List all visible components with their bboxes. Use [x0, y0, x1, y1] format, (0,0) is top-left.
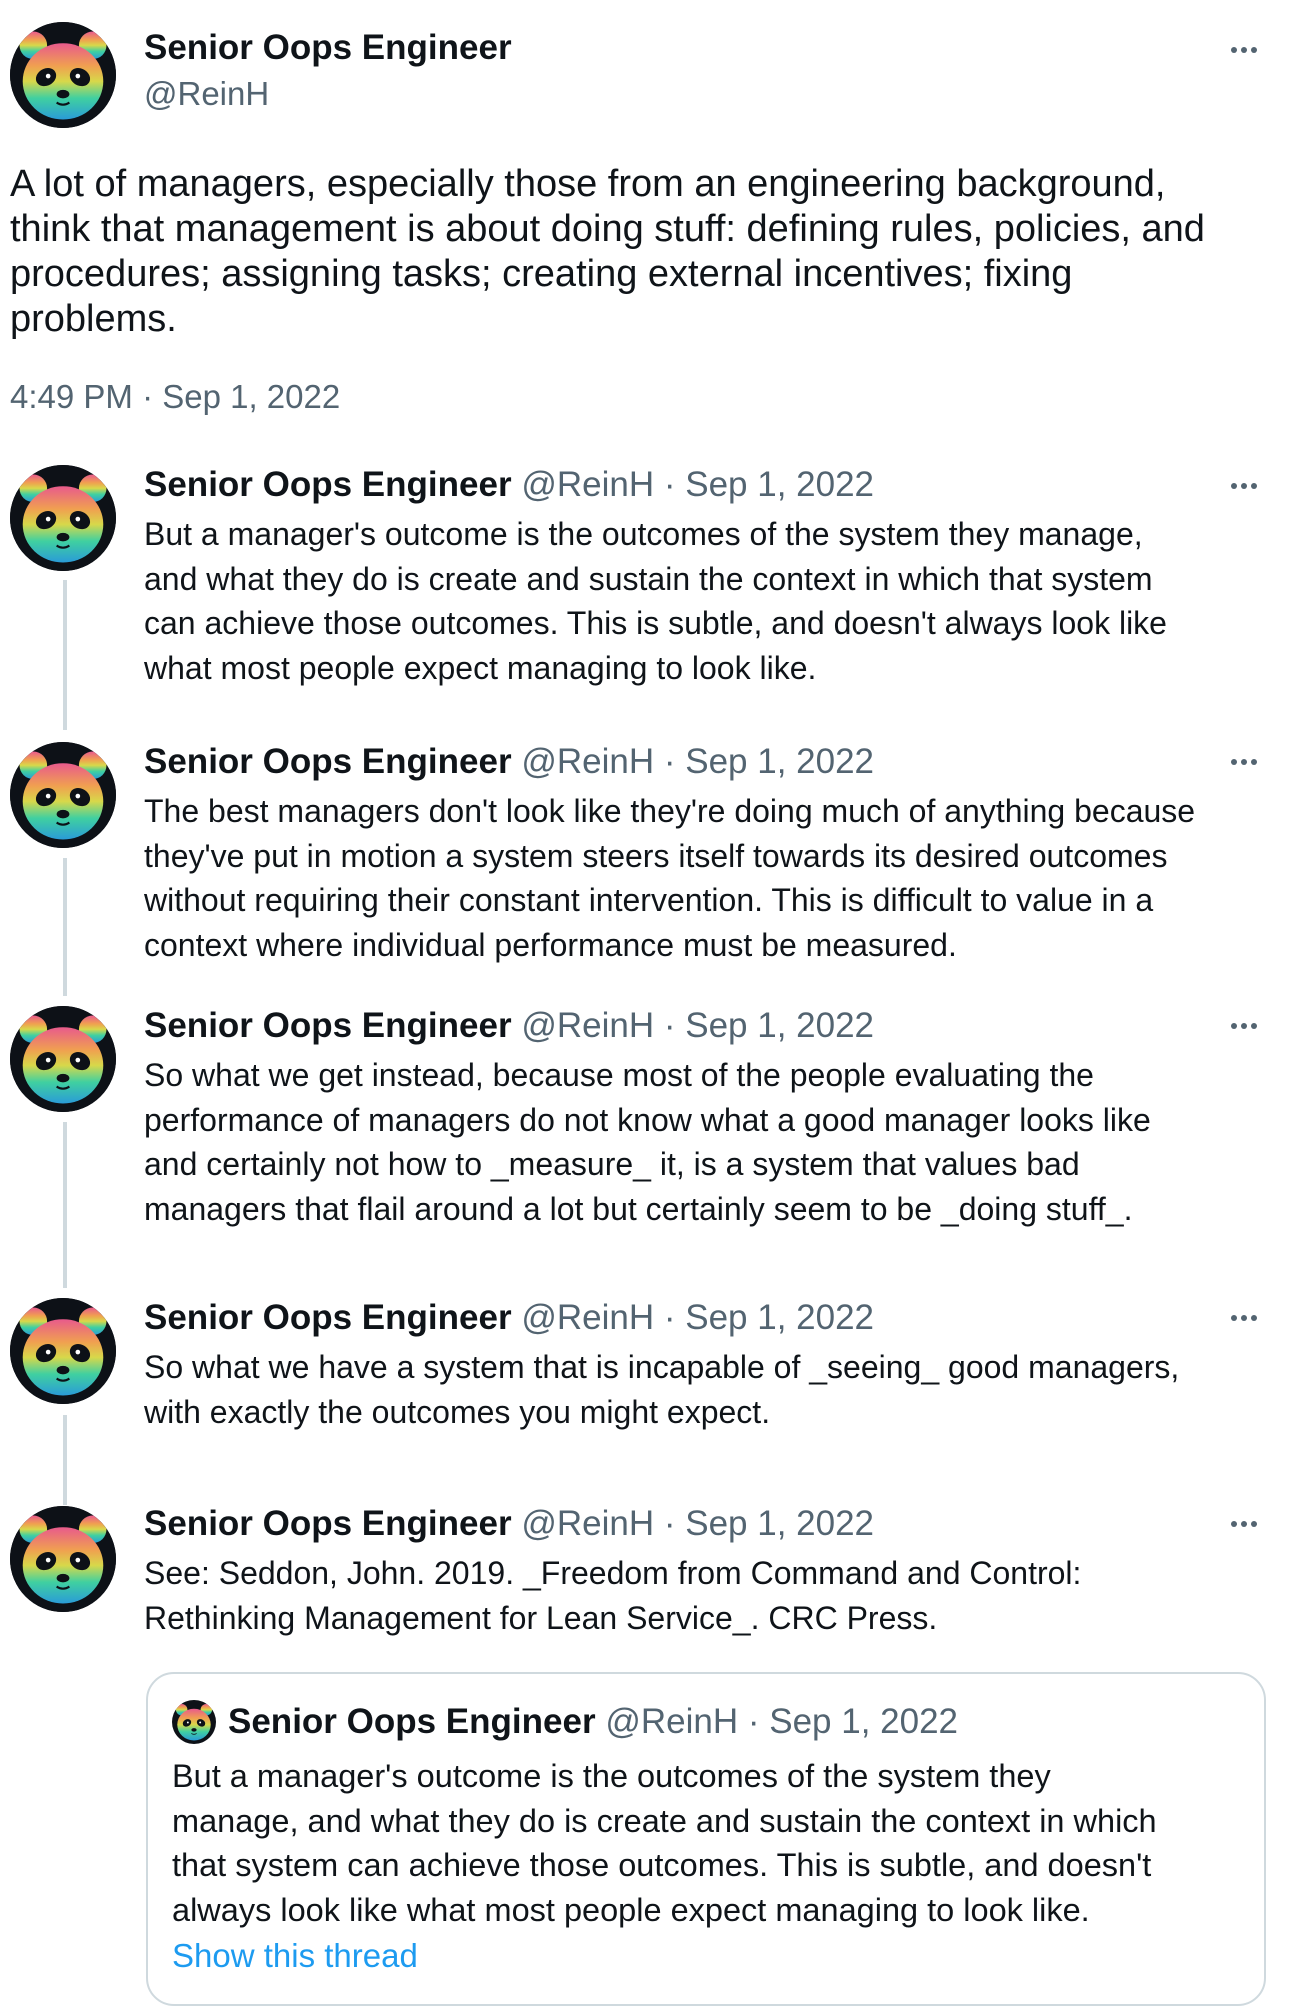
tweet-text-line: problems.: [10, 298, 177, 340]
tweet-text-line: The best managers don't look like they'r…: [144, 793, 1196, 829]
quoted-tweet-card[interactable]: Senior Oops Engineer @ReinH · Sep 1, 202…: [146, 1672, 1266, 2006]
quoted-text-line: that system can achieve those outcomes. …: [172, 1847, 1152, 1883]
separator: ·: [663, 1298, 676, 1337]
quoted-header: Senior Oops Engineer @ReinH · Sep 1, 202…: [228, 1700, 958, 1744]
tweet-text: So what we get instead, because most of …: [144, 1053, 1274, 1231]
tweet-text: The best managers don't look like they'r…: [144, 789, 1274, 967]
tweet-timestamp[interactable]: 4:49 PM · Sep 1, 2022: [10, 375, 340, 419]
more-options-icon[interactable]: [1224, 30, 1264, 70]
author-avatar[interactable]: [10, 22, 116, 128]
reply-header: Senior Oops Engineer @ReinH · Sep 1, 202…: [144, 740, 874, 784]
more-options-icon[interactable]: [1224, 742, 1264, 782]
tweet-text-line: think that management is about doing stu…: [10, 208, 1205, 250]
tweet-text: See: Seddon, John. 2019. _Freedom from C…: [144, 1551, 1274, 1640]
thread-connector: [63, 1415, 67, 1505]
separator: ·: [663, 1006, 676, 1045]
separator: ·: [663, 1504, 676, 1543]
quoted-date: Sep 1, 2022: [769, 1702, 959, 1741]
thread-connector: [63, 1122, 67, 1288]
tweet-text-line: But a manager's outcome is the outcomes …: [144, 516, 1143, 552]
tweet-text-line: with exactly the outcomes you might expe…: [144, 1393, 771, 1430]
separator: ·: [663, 465, 676, 504]
tweet-text-line: Rethinking Management for Lean Service_.…: [144, 1599, 938, 1636]
author-name[interactable]: Senior Oops Engineer: [144, 1504, 512, 1543]
thread-connector: [63, 858, 67, 996]
tweet-text: A lot of managers, especially those from…: [10, 162, 1280, 342]
tweet-text-line: and certainly not how to _measure_ it, i…: [144, 1146, 1080, 1182]
quoted-author-name: Senior Oops Engineer: [228, 1702, 596, 1741]
author-avatar[interactable]: [10, 1298, 116, 1404]
reply-header: Senior Oops Engineer @ReinH · Sep 1, 202…: [144, 1296, 874, 1340]
author-handle[interactable]: @ReinH: [521, 1298, 654, 1337]
reply-header: Senior Oops Engineer @ReinH · Sep 1, 202…: [144, 1502, 874, 1546]
show-thread-link[interactable]: Show this thread: [172, 1934, 418, 1978]
tweet-text-line: they've put in motion a system steers it…: [144, 837, 1168, 874]
tweet-text-line: So what we have a system that is incapab…: [144, 1349, 1180, 1385]
author-handle[interactable]: @ReinH: [144, 72, 269, 116]
tweet-text-line: context where individual performance mus…: [144, 926, 957, 963]
quoted-author-handle: @ReinH: [605, 1702, 739, 1741]
tweet-date[interactable]: Sep 1, 2022: [685, 1504, 874, 1543]
more-options-icon[interactable]: [1224, 466, 1264, 506]
author-avatar[interactable]: [10, 1006, 116, 1112]
reply-header: Senior Oops Engineer @ReinH · Sep 1, 202…: [144, 1004, 874, 1048]
reply-header: Senior Oops Engineer @ReinH · Sep 1, 202…: [144, 463, 874, 507]
more-options-icon[interactable]: [1224, 1298, 1264, 1338]
author-handle[interactable]: @ReinH: [521, 465, 654, 504]
tweet-text-line: and what they do is create and sustain t…: [144, 560, 1153, 597]
author-handle[interactable]: @ReinH: [521, 742, 654, 781]
quoted-author-avatar: [172, 1700, 216, 1744]
author-avatar[interactable]: [10, 465, 116, 571]
author-avatar[interactable]: [10, 742, 116, 848]
author-handle[interactable]: @ReinH: [521, 1504, 654, 1543]
tweet-text: So what we have a system that is incapab…: [144, 1345, 1274, 1434]
author-name[interactable]: Senior Oops Engineer: [144, 1006, 512, 1045]
separator: ·: [747, 1702, 760, 1741]
tweet-text-line: managers that flail around a lot but cer…: [144, 1190, 1133, 1227]
tweet-date[interactable]: Sep 1, 2022: [685, 1006, 874, 1045]
tweet-text-line: A lot of managers, especially those from…: [10, 163, 1166, 205]
tweet-text-line: procedures; assigning tasks; creating ex…: [10, 253, 1073, 295]
author-name[interactable]: Senior Oops Engineer: [144, 26, 512, 70]
tweet-date[interactable]: Sep 1, 2022: [685, 742, 874, 781]
quoted-text-line: manage, and what they do is create and s…: [172, 1802, 1157, 1839]
thread-connector: [63, 580, 67, 730]
more-options-icon[interactable]: [1224, 1006, 1264, 1046]
tweet-text: But a manager's outcome is the outcomes …: [144, 512, 1274, 690]
more-options-icon[interactable]: [1224, 1504, 1264, 1544]
quoted-text-line: always look like what most people expect…: [172, 1891, 1090, 1928]
tweet-text-line: can achieve those outcomes. This is subt…: [144, 605, 1167, 641]
author-name[interactable]: Senior Oops Engineer: [144, 465, 512, 504]
tweet-text-line: See: Seddon, John. 2019. _Freedom from C…: [144, 1555, 1082, 1591]
tweet-text-line: performance of managers do not know what…: [144, 1101, 1151, 1138]
separator: ·: [663, 742, 676, 781]
quoted-text: But a manager's outcome is the outcomes …: [172, 1754, 1252, 1932]
author-avatar[interactable]: [10, 1506, 116, 1612]
tweet-date[interactable]: Sep 1, 2022: [685, 1298, 874, 1337]
author-handle[interactable]: @ReinH: [521, 1006, 654, 1045]
tweet-text-line: So what we get instead, because most of …: [144, 1057, 1094, 1093]
tweet-date[interactable]: Sep 1, 2022: [685, 465, 874, 504]
tweet-text-line: without requiring their constant interve…: [144, 882, 1154, 918]
author-name[interactable]: Senior Oops Engineer: [144, 1298, 512, 1337]
quoted-text-line: But a manager's outcome is the outcomes …: [172, 1758, 1051, 1794]
tweet-text-line: what most people expect managing to look…: [144, 649, 817, 686]
author-name[interactable]: Senior Oops Engineer: [144, 742, 512, 781]
